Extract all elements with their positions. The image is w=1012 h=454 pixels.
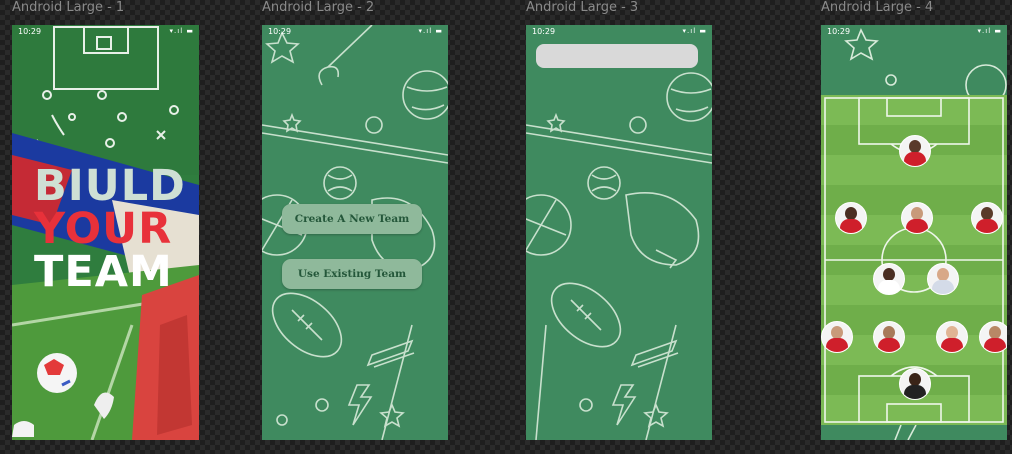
player-avatar[interactable]: [901, 202, 933, 234]
status-bar: 10:29 ▾.ıl ▬: [12, 25, 199, 39]
status-bar: 10:29 ▾.ıl ▬: [821, 25, 1007, 39]
status-icons: ▾.ıl ▬: [682, 27, 707, 35]
status-bar: 10:29 ▾.ıl ▬: [526, 25, 712, 39]
player-avatar[interactable]: [835, 202, 867, 234]
status-time: 10:29: [18, 27, 42, 36]
player-avatar[interactable]: [873, 263, 905, 295]
splash-title-line-1: BIULD: [34, 161, 186, 211]
player-avatar[interactable]: [821, 321, 853, 353]
use-existing-team-button[interactable]: Use Existing Team: [282, 259, 422, 289]
frame-label-2: Android Large - 2: [262, 0, 375, 15]
search-bar[interactable]: [536, 44, 698, 68]
frame-label-1: Android Large - 1: [12, 0, 125, 15]
chalk-doodle-background: [526, 72, 712, 440]
status-time: 10:29: [532, 27, 556, 36]
player-avatar[interactable]: [936, 321, 968, 353]
splash-title-line-2: YOUR: [34, 204, 173, 254]
player-avatar[interactable]: [899, 368, 931, 400]
formation-screen: 10:29 ▾.ıl ▬: [821, 25, 1007, 440]
status-icons: ▾.ıl ▬: [977, 27, 1002, 35]
player-avatar[interactable]: [899, 135, 931, 167]
status-bar: 10:29 ▾.ıl ▬: [262, 25, 448, 39]
team-menu-screen: Create A New Team Use Existing Team 10:2…: [262, 25, 448, 440]
status-time: 10:29: [268, 27, 292, 36]
player-avatar[interactable]: [927, 263, 959, 295]
status-icons: ▾.ıl ▬: [418, 27, 443, 35]
status-time: 10:29: [827, 27, 851, 36]
splash-screen: BIULD YOUR TEAM 10:29 ▾.ıl ▬: [12, 25, 199, 440]
player-avatar[interactable]: [873, 321, 905, 353]
frame-label-4: Android Large - 4: [821, 0, 934, 15]
player-avatar[interactable]: [979, 321, 1007, 353]
create-new-team-button[interactable]: Create A New Team: [282, 204, 422, 234]
frame-label-3: Android Large - 3: [526, 0, 639, 15]
player-avatar[interactable]: [971, 202, 1003, 234]
team-search-screen: 10:29 ▾.ıl ▬: [526, 25, 712, 440]
splash-title-line-3: TEAM: [34, 247, 173, 297]
status-icons: ▾.ıl ▬: [169, 27, 194, 35]
